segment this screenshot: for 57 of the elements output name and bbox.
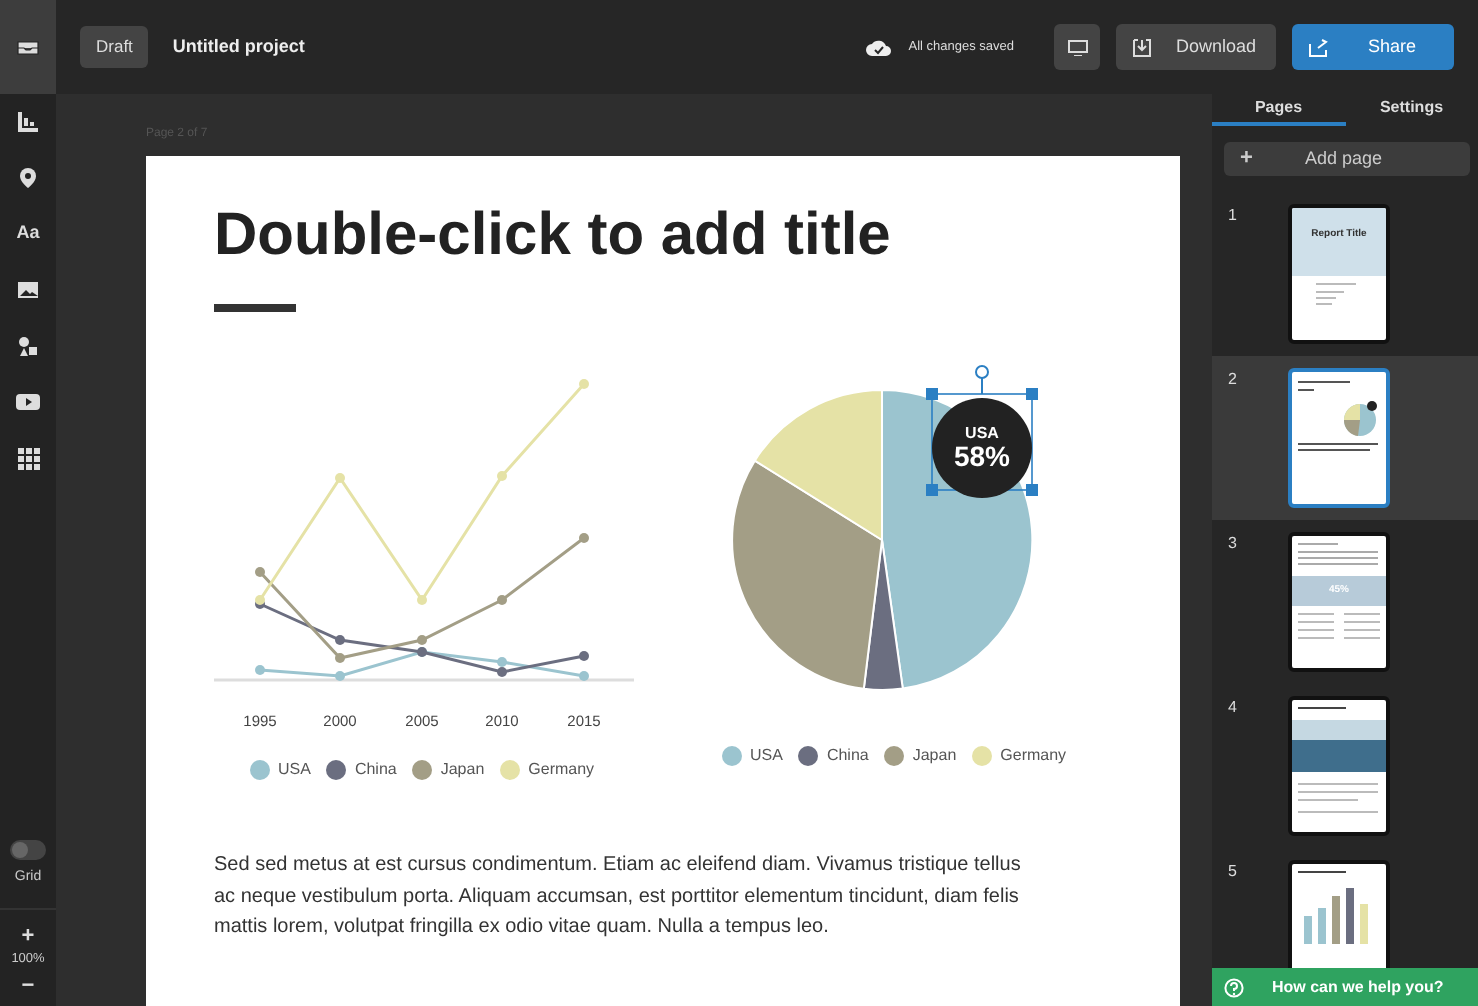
cloud-check-icon bbox=[866, 38, 893, 56]
present-button[interactable] bbox=[1054, 24, 1100, 70]
panel-tab[interactable]: Pages bbox=[1212, 94, 1345, 126]
download-icon bbox=[1132, 37, 1152, 57]
page-preview-drawing bbox=[1297, 870, 1368, 943]
status-tag: Draft bbox=[80, 26, 149, 68]
data-point bbox=[335, 635, 345, 645]
page-preview-drawing bbox=[1292, 706, 1386, 812]
page-preview-drawing bbox=[1297, 380, 1379, 450]
help-icon bbox=[1224, 977, 1244, 997]
zoom-out-button[interactable]: − bbox=[0, 970, 56, 1002]
data-point bbox=[497, 595, 507, 605]
data-point bbox=[579, 651, 589, 661]
toolbar-button[interactable]: Aa bbox=[0, 206, 56, 262]
data-point bbox=[497, 471, 507, 481]
data-point bbox=[417, 595, 427, 605]
title-underline bbox=[214, 304, 296, 312]
selection-frame bbox=[926, 364, 1038, 496]
video-play-icon bbox=[16, 390, 40, 414]
data-point bbox=[335, 671, 345, 681]
data-point bbox=[335, 473, 345, 483]
page-title[interactable]: Double-click to add title bbox=[214, 200, 1112, 272]
body-paragraph[interactable]: Sed sed metus at est cursus condimentum. Etiam ac eleifend diam. Vivamus tristique tellus ac neque vestibulum porta. Aliquam accumsan, est porttitor elementum tincidunt, diam felis mattis lorem, volutpat fringilla ex odio vitae quam. Nulla a tempus leo. bbox=[214, 850, 1034, 943]
page-item[interactable]: 2 bbox=[1212, 355, 1478, 519]
image-icon bbox=[16, 278, 40, 302]
page-item[interactable]: 4 bbox=[1212, 683, 1478, 847]
data-point bbox=[579, 533, 589, 543]
zoom-in-button[interactable]: + bbox=[0, 922, 56, 951]
legend-label: Germany bbox=[1000, 744, 1067, 768]
map-pin-icon bbox=[16, 166, 40, 190]
data-point bbox=[255, 567, 265, 577]
legend-label: Germany bbox=[528, 758, 595, 782]
download-button[interactable]: Download bbox=[1116, 24, 1276, 70]
add-page-button[interactable]: + Add page bbox=[1224, 142, 1470, 175]
legend-label: USA bbox=[750, 744, 783, 768]
legend-label: Japan bbox=[912, 744, 957, 768]
callout-value: 58% bbox=[953, 442, 1011, 470]
toolbar-button[interactable] bbox=[0, 0, 56, 94]
callout-label: USA bbox=[965, 426, 999, 442]
legend-label: Japan bbox=[440, 758, 485, 782]
data-point bbox=[255, 665, 265, 675]
legend-label: China bbox=[826, 744, 869, 768]
data-point bbox=[579, 379, 589, 389]
share-button[interactable]: Share bbox=[1292, 24, 1454, 70]
shapes-icon bbox=[16, 334, 40, 358]
grid-toggle[interactable] bbox=[10, 839, 46, 860]
tray-icon bbox=[16, 35, 40, 59]
legend-label: China bbox=[354, 758, 397, 782]
grid-icon bbox=[16, 446, 40, 470]
monitor-icon bbox=[1067, 39, 1087, 55]
data-point bbox=[579, 671, 589, 681]
bar-chart-icon bbox=[16, 110, 40, 134]
panel-tab[interactable]: Settings bbox=[1345, 94, 1478, 126]
share-icon bbox=[1308, 37, 1328, 57]
data-point bbox=[335, 653, 345, 663]
project-title[interactable]: Untitled project bbox=[172, 33, 305, 61]
legend-label: USA bbox=[278, 758, 311, 782]
